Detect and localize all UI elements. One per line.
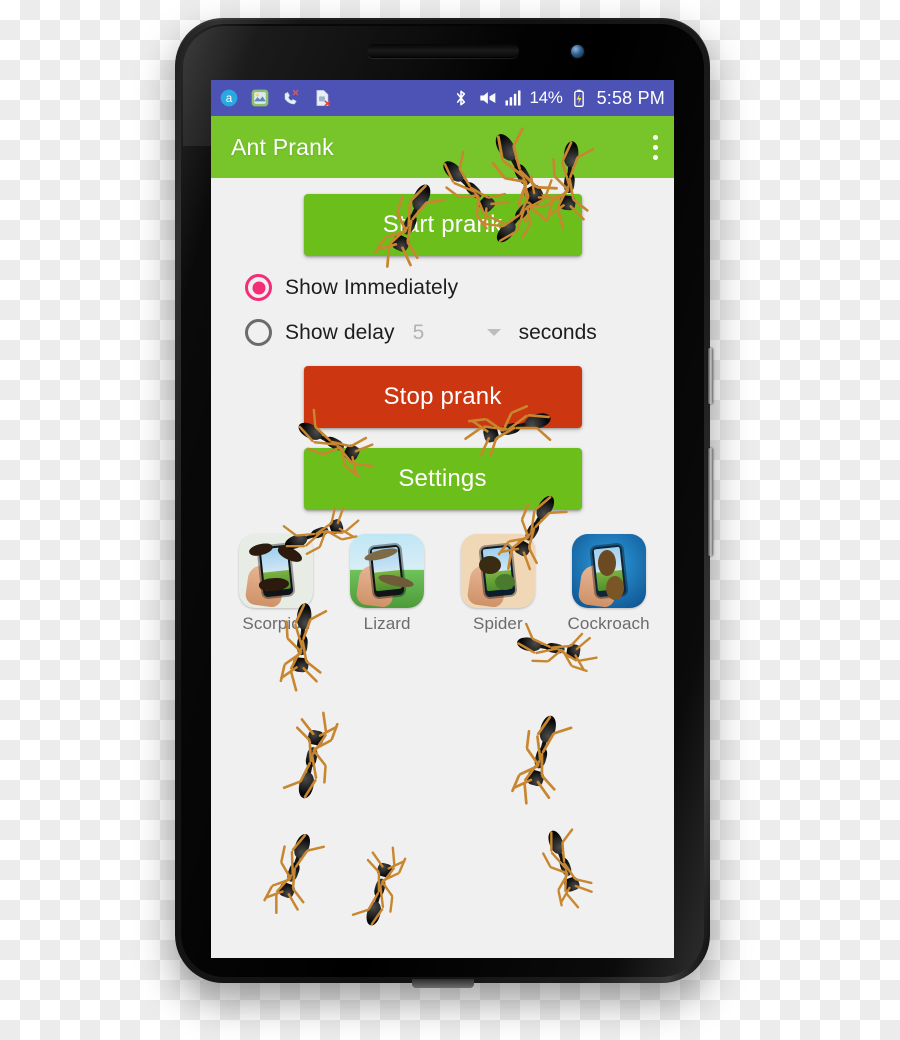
status-bar-clock: 5:58 PM (596, 87, 665, 108)
overflow-menu-icon[interactable] (643, 134, 674, 160)
ant-icon (350, 846, 407, 929)
stop-prank-button[interactable]: Stop prank (303, 366, 582, 428)
phone-device-frame: a 14% 5:58 PM Ant Prank Start prank Show… (175, 18, 713, 988)
app-action-bar: Ant Prank (211, 116, 674, 178)
lizard-app-icon (350, 534, 425, 608)
more-app-cockroach-label: Cockroach (567, 614, 650, 633)
bluetooth-icon (457, 90, 466, 106)
start-prank-button[interactable]: Start prank (303, 194, 582, 256)
no-sim-card-icon (316, 90, 331, 107)
gallery-photo-icon (251, 89, 269, 107)
seconds-unit-label: seconds (518, 320, 597, 344)
signal-bars-icon (505, 90, 521, 106)
status-bar: a 14% 5:58 PM (211, 80, 674, 116)
cockroach-app-icon (571, 534, 646, 608)
ant-icon (262, 830, 327, 914)
page-title: Ant Prank (231, 133, 334, 160)
battery-charging-icon (573, 89, 584, 107)
chevron-down-icon[interactable] (486, 329, 501, 336)
ant-icon (510, 712, 574, 805)
battery-percent-label: 14% (529, 88, 563, 107)
radio-unselected-icon[interactable] (245, 319, 272, 346)
phone-screen: a 14% 5:58 PM Ant Prank Start prank Show… (211, 80, 674, 958)
mute-volume-icon (480, 92, 496, 104)
ant-icon (281, 711, 340, 801)
more-app-cockroach[interactable]: Cockroach (561, 534, 657, 634)
more-app-spider[interactable]: Spider (450, 534, 546, 634)
amazon-a-icon: a (220, 89, 238, 107)
more-app-lizard[interactable]: Lizard (339, 534, 435, 634)
status-bar-notifications: a (211, 88, 332, 108)
radio-show-delay[interactable]: Show delay 5 seconds (211, 319, 674, 346)
more-app-spider-label: Spider (473, 614, 523, 633)
more-app-scorpion[interactable]: Scorpion (228, 534, 324, 634)
ant-icon (515, 621, 598, 673)
spider-app-icon (460, 534, 535, 608)
ant-icon (541, 826, 594, 909)
radio-show-immediately-label: Show Immediately (285, 275, 459, 299)
more-app-lizard-label: Lizard (363, 614, 411, 633)
scorpion-app-icon (239, 534, 314, 608)
volume-button[interactable] (708, 448, 713, 556)
svg-text:a: a (226, 92, 233, 105)
charging-port (411, 979, 474, 988)
missed-call-icon (284, 89, 299, 105)
earpiece-speaker-icon (366, 44, 519, 58)
more-app-scorpion-label: Scorpion (242, 614, 311, 633)
front-camera-icon (571, 45, 584, 58)
radio-show-delay-label: Show delay (285, 320, 395, 344)
delay-seconds-spinner[interactable]: 5 (413, 321, 501, 345)
app-content: Start prank Show Immediately Show delay … (211, 125, 674, 958)
radio-selected-icon[interactable] (245, 274, 272, 301)
radio-show-immediately[interactable]: Show Immediately (211, 274, 674, 301)
more-apps-grid: Scorpion Lizard Spider Cockroach (211, 510, 674, 634)
controls-column: Start prank Show Immediately Show delay … (211, 178, 674, 634)
screenshot-canvas: a 14% 5:58 PM Ant Prank Start prank Show… (0, 0, 900, 1040)
settings-button[interactable]: Settings (303, 448, 582, 510)
delay-value: 5 (412, 320, 425, 344)
status-bar-system: 14% 5:58 PM (451, 88, 674, 109)
power-button[interactable] (708, 348, 713, 404)
